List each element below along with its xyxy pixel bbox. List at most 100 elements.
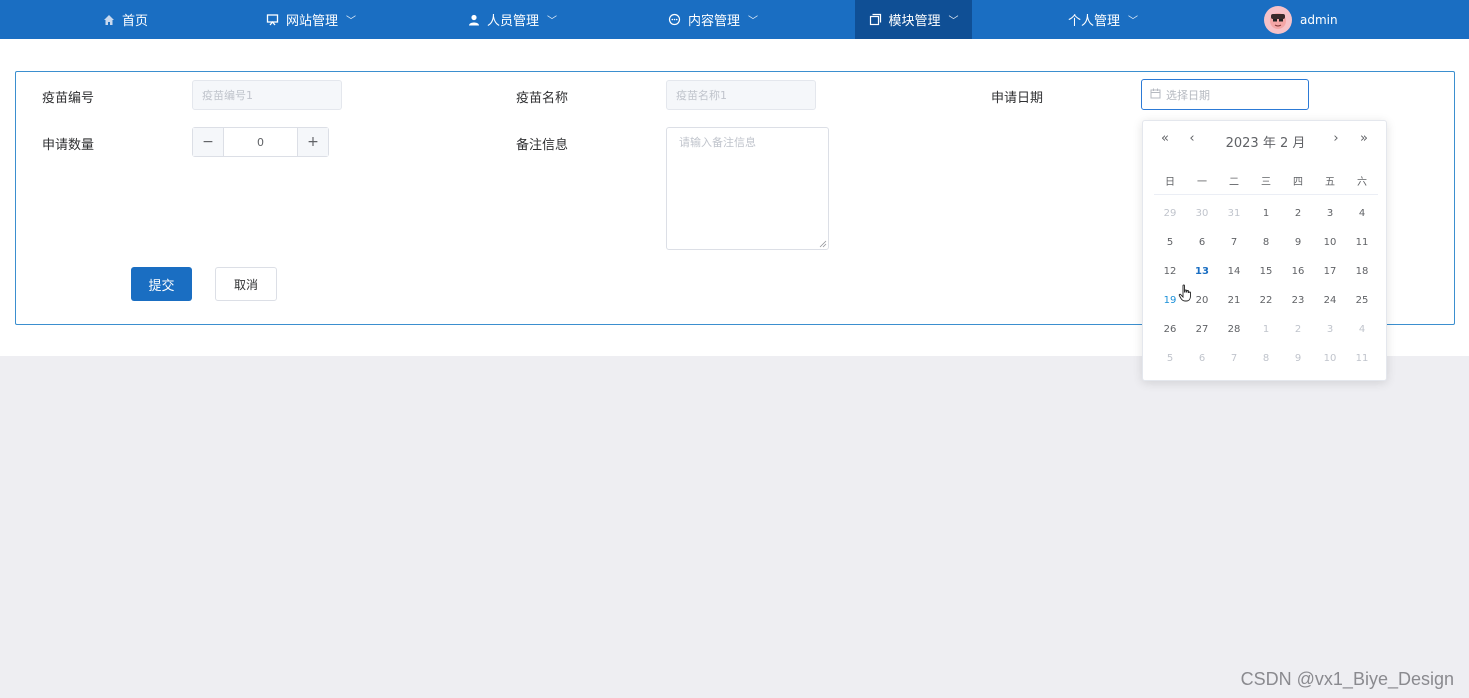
- date-cell[interactable]: 7: [1218, 353, 1250, 364]
- increment-button[interactable]: +: [297, 128, 328, 156]
- week-row: 12 13 14 15 16 17 18: [1154, 257, 1378, 286]
- date-cell[interactable]: 4: [1346, 208, 1378, 219]
- date-cell[interactable]: 24: [1314, 295, 1346, 306]
- date-cell[interactable]: 1: [1250, 324, 1282, 335]
- module-icon: [868, 13, 882, 27]
- user-icon: [467, 13, 481, 27]
- remark-placeholder: 请输入备注信息: [679, 136, 756, 149]
- date-picker-header: « ‹ 2023 年 2 月 › »: [1143, 131, 1388, 151]
- decrement-button[interactable]: −: [193, 128, 224, 156]
- date-cell[interactable]: 6: [1186, 237, 1218, 248]
- date-cell[interactable]: 3: [1314, 324, 1346, 335]
- date-cell[interactable]: 16: [1282, 266, 1314, 277]
- apply-date-input[interactable]: 选择日期: [1141, 79, 1309, 110]
- nav-item-content[interactable]: 内容管理 ﹀: [652, 0, 774, 39]
- home-icon: [102, 13, 116, 27]
- date-cell[interactable]: 26: [1154, 324, 1186, 335]
- date-cell[interactable]: 5: [1154, 353, 1186, 364]
- date-cell[interactable]: 17: [1314, 266, 1346, 277]
- date-cell[interactable]: 14: [1218, 266, 1250, 277]
- watermark: CSDN @vx1_Biye_Design: [1240, 669, 1454, 689]
- chevron-down-icon: ﹀: [547, 16, 557, 27]
- date-cell[interactable]: 12: [1154, 266, 1186, 277]
- date-cell[interactable]: 21: [1218, 295, 1250, 306]
- date-cell[interactable]: 3: [1314, 208, 1346, 219]
- date-cell[interactable]: 29: [1154, 208, 1186, 219]
- date-cell[interactable]: 1: [1250, 208, 1282, 219]
- monitor-icon: [266, 13, 280, 27]
- date-cell[interactable]: 30: [1186, 208, 1218, 219]
- apply-date-placeholder: 选择日期: [1166, 88, 1210, 102]
- nav-label: 网站管理: [285, 14, 338, 29]
- submit-button[interactable]: 提交: [131, 267, 192, 301]
- date-cell[interactable]: 15: [1250, 266, 1282, 277]
- date-cell[interactable]: 4: [1346, 324, 1378, 335]
- apply-date-label: 申请日期: [991, 91, 1044, 106]
- hand-cursor-icon: [1178, 284, 1191, 302]
- date-picker-title: 2023 年 2 月: [1225, 136, 1306, 151]
- vaccine-code-label: 疫苗编号: [42, 91, 95, 106]
- quantity-value[interactable]: 0: [224, 128, 297, 156]
- user-name: admin: [1300, 12, 1338, 27]
- week-row: 5 6 7 8 9 10 11: [1154, 228, 1378, 257]
- date-cell[interactable]: 22: [1250, 295, 1282, 306]
- nav-item-staff[interactable]: 人员管理 ﹀: [372, 0, 652, 39]
- date-cell[interactable]: 23: [1282, 295, 1314, 306]
- chevron-down-icon: ﹀: [948, 16, 959, 27]
- calendar-icon: [1150, 88, 1161, 102]
- top-nav: 首页 网站管理 ﹀ 人员管理 ﹀ 内容管理 ﹀ 模块管理 ﹀ 个人管理 ﹀ ad…: [0, 0, 1469, 39]
- date-cell[interactable]: 5: [1154, 237, 1186, 248]
- date-cell[interactable]: 9: [1282, 353, 1314, 364]
- date-cell[interactable]: 25: [1346, 295, 1378, 306]
- vaccine-code-input[interactable]: 疫苗编号1: [192, 80, 342, 110]
- date-cell[interactable]: 8: [1250, 237, 1282, 248]
- date-cell[interactable]: 27: [1186, 324, 1218, 335]
- date-cell[interactable]: 6: [1186, 353, 1218, 364]
- date-cell[interactable]: 10: [1314, 353, 1346, 364]
- date-cell[interactable]: 18: [1346, 266, 1378, 277]
- week-row: 29 30 31 1 2 3 4: [1154, 199, 1378, 228]
- nav-label: 模块管理: [888, 14, 941, 29]
- weekday-label: 日: [1165, 177, 1175, 188]
- date-cell[interactable]: 28: [1218, 324, 1250, 335]
- date-cell[interactable]: 9: [1282, 237, 1314, 248]
- nav-item-home[interactable]: 首页: [0, 0, 250, 39]
- chat-icon: [668, 13, 682, 27]
- nav-item-personal[interactable]: 个人管理 ﹀: [972, 0, 1234, 39]
- weekday-label: 六: [1357, 177, 1367, 188]
- date-cell[interactable]: 10: [1314, 237, 1346, 248]
- weekday-label: 四: [1293, 177, 1303, 188]
- vaccine-name-placeholder: 疫苗名称1: [676, 89, 727, 102]
- vaccine-name-label: 疫苗名称: [516, 91, 569, 106]
- nav-item-website[interactable]: 网站管理 ﹀: [250, 0, 372, 39]
- week-row: 5 6 7 8 9 10 11: [1154, 344, 1378, 373]
- cancel-button[interactable]: 取消: [215, 267, 277, 301]
- chevron-down-icon: ﹀: [1128, 16, 1138, 27]
- nav-label: 人员管理: [486, 14, 539, 29]
- date-cell[interactable]: 8: [1250, 353, 1282, 364]
- resize-grip-icon[interactable]: [819, 240, 827, 248]
- weekday-header: 日 一 二 三 四 五 六: [1154, 173, 1378, 195]
- remark-textarea[interactable]: 请输入备注信息: [666, 127, 829, 250]
- remark-label: 备注信息: [516, 138, 569, 153]
- date-cell[interactable]: 11: [1346, 237, 1378, 248]
- date-cell[interactable]: 11: [1346, 353, 1378, 364]
- date-cell[interactable]: 2: [1282, 324, 1314, 335]
- chevron-down-icon: ﹀: [748, 16, 758, 27]
- nav-label: 首页: [121, 14, 148, 29]
- user-menu[interactable]: admin: [1264, 0, 1338, 39]
- date-cell[interactable]: 13: [1186, 266, 1218, 277]
- nav-item-module[interactable]: 模块管理 ﹀: [855, 0, 972, 39]
- date-cell[interactable]: 7: [1218, 237, 1250, 248]
- weekday-label: 一: [1197, 177, 1207, 188]
- weekday-label: 三: [1261, 177, 1271, 188]
- date-cell[interactable]: 31: [1218, 208, 1250, 219]
- date-cell[interactable]: 2: [1282, 208, 1314, 219]
- vaccine-name-input[interactable]: 疫苗名称1: [666, 80, 816, 110]
- weekday-label: 五: [1325, 177, 1335, 188]
- next-month-icon[interactable]: ›: [1328, 131, 1344, 146]
- chevron-down-icon: ﹀: [346, 16, 356, 27]
- next-year-icon[interactable]: »: [1356, 131, 1372, 146]
- quantity-label: 申请数量: [42, 138, 95, 153]
